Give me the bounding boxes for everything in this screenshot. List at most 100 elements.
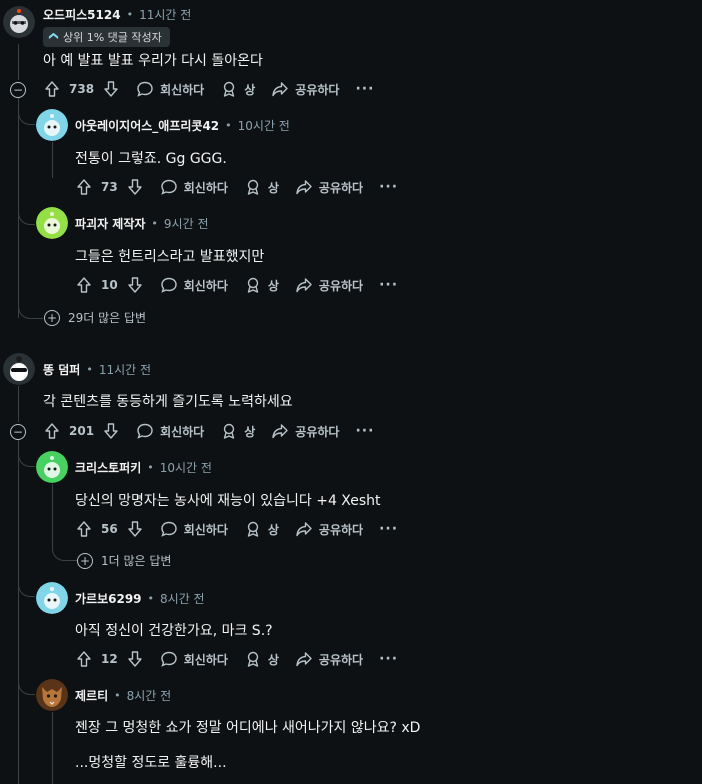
thread-line: [18, 386, 19, 422]
more-options-button[interactable]: ···: [355, 81, 374, 97]
thread-hook: [18, 674, 35, 695]
downvote-icon[interactable]: [126, 276, 144, 294]
vote-group: 73: [75, 178, 144, 196]
award-label: 상: [267, 180, 279, 195]
author-name[interactable]: 오드피스5124: [43, 6, 121, 23]
vote-count: 12: [101, 652, 118, 666]
award-icon: [244, 650, 262, 668]
award-label: 상: [267, 522, 279, 537]
comment-body: 젠장 그 멍청한 쇼가 정말 어디에나 새어나가지 않나요? xD: [75, 720, 421, 736]
more-replies-label: 29더 많은 답변: [68, 311, 147, 325]
upvote-icon[interactable]: [75, 650, 93, 668]
more-replies-link[interactable]: + 1더 많은 답변: [77, 552, 171, 569]
timestamp[interactable]: 10시간 전: [238, 117, 290, 134]
comment-actions: 738 회신하다 상 공유하다 ···: [43, 73, 374, 105]
more-replies-link[interactable]: + 29더 많은 답변: [44, 309, 146, 326]
comment-actions: 201 회신하다 상 공유하다 ···: [43, 415, 374, 447]
rank-icon: [48, 30, 59, 44]
thread-hook: [52, 542, 77, 561]
upvote-icon[interactable]: [43, 80, 61, 98]
vote-count: 738: [69, 82, 95, 96]
share-button[interactable]: 공유하다: [295, 276, 363, 294]
award-label: 상: [244, 82, 256, 97]
award-button[interactable]: 상: [244, 276, 279, 294]
timestamp[interactable]: 8시간 전: [160, 590, 205, 607]
avatar[interactable]: [3, 6, 35, 38]
downvote-icon[interactable]: [126, 650, 144, 668]
award-button[interactable]: 상: [220, 422, 255, 440]
comment-actions: 56 회신하다 상 공유하다 ···: [75, 513, 398, 545]
share-button[interactable]: 공유하다: [271, 422, 339, 440]
award-button[interactable]: 상: [244, 520, 279, 538]
award-button[interactable]: 상: [244, 650, 279, 668]
reply-button[interactable]: 회신하다: [136, 422, 204, 440]
more-options-button[interactable]: ···: [379, 651, 398, 667]
flair-badge: 상위 1% 댓글 작성자: [43, 27, 170, 47]
reply-button[interactable]: 회신하다: [160, 178, 228, 196]
author-name[interactable]: 크리스토퍼키: [75, 459, 141, 476]
separator-dot: •: [147, 592, 155, 605]
award-button[interactable]: 상: [220, 80, 255, 98]
upvote-icon[interactable]: [75, 178, 93, 196]
more-options-button[interactable]: ···: [379, 179, 398, 195]
upvote-icon[interactable]: [43, 422, 61, 440]
timestamp[interactable]: 10시간 전: [160, 459, 212, 476]
thread-hook: [18, 576, 35, 597]
author-name[interactable]: 똥 덤퍼: [43, 361, 80, 378]
comment-meta: 가르보6299 • 8시간 전: [75, 590, 205, 607]
timestamp[interactable]: 8시간 전: [127, 687, 172, 704]
timestamp[interactable]: 9시간 전: [164, 215, 209, 232]
comment-meta: 파괴자 제작자 • 9시간 전: [75, 215, 209, 232]
separator-dot: •: [126, 8, 134, 21]
author-name[interactable]: 제르티: [75, 687, 108, 704]
comment-icon: [136, 422, 154, 440]
more-options-button[interactable]: ···: [379, 277, 398, 293]
share-button[interactable]: 공유하다: [295, 520, 363, 538]
author-name[interactable]: 가르보6299: [75, 590, 142, 607]
minus-icon: −: [12, 425, 24, 439]
reply-button[interactable]: 회신하다: [160, 276, 228, 294]
avatar[interactable]: [36, 451, 68, 483]
separator-dot: •: [147, 461, 154, 474]
share-button[interactable]: 공유하다: [295, 178, 363, 196]
reply-button[interactable]: 회신하다: [160, 650, 228, 668]
plus-icon: +: [44, 309, 60, 326]
avatar[interactable]: [36, 109, 68, 141]
downvote-icon[interactable]: [126, 178, 144, 196]
comment-body: 아 예 발표 발표 우리가 다시 돌아온다: [43, 53, 263, 69]
comment-actions: 10 회신하다 상 공유하다 ···: [75, 269, 398, 301]
avatar[interactable]: [36, 582, 68, 614]
downvote-icon[interactable]: [126, 520, 144, 538]
more-options-button[interactable]: ···: [355, 423, 374, 439]
author-name[interactable]: 아웃레이지어스_애프리콧42: [75, 117, 219, 134]
downvote-icon[interactable]: [102, 422, 120, 440]
collapse-button[interactable]: −: [10, 82, 26, 98]
share-button[interactable]: 공유하다: [271, 80, 339, 98]
share-button[interactable]: 공유하다: [295, 650, 363, 668]
downvote-icon[interactable]: [102, 80, 120, 98]
comment-icon: [136, 80, 154, 98]
reply-button[interactable]: 회신하다: [136, 80, 204, 98]
avatar[interactable]: [36, 679, 68, 711]
vote-count: 201: [69, 424, 95, 438]
comment-icon: [160, 650, 178, 668]
collapse-button[interactable]: −: [10, 424, 26, 440]
timestamp[interactable]: 11시간 전: [99, 361, 151, 378]
reply-label: 회신하다: [183, 180, 228, 195]
author-name[interactable]: 파괴자 제작자: [75, 215, 145, 232]
timestamp[interactable]: 11시간 전: [139, 6, 191, 23]
upvote-icon[interactable]: [75, 276, 93, 294]
more-options-button[interactable]: ···: [379, 521, 398, 537]
comment-meta: 크리스토퍼키 • 10시간 전: [75, 459, 212, 476]
avatar[interactable]: [36, 207, 68, 239]
award-button[interactable]: 상: [244, 178, 279, 196]
avatar[interactable]: [3, 353, 35, 385]
award-icon: [244, 276, 262, 294]
thread-line: [18, 44, 19, 80]
award-label: 상: [267, 652, 279, 667]
vote-count: 10: [101, 278, 118, 292]
vote-group: 10: [75, 276, 144, 294]
reply-button[interactable]: 회신하다: [160, 520, 228, 538]
comment-actions: 73 회신하다 상 공유하다 ···: [75, 171, 398, 203]
upvote-icon[interactable]: [75, 520, 93, 538]
